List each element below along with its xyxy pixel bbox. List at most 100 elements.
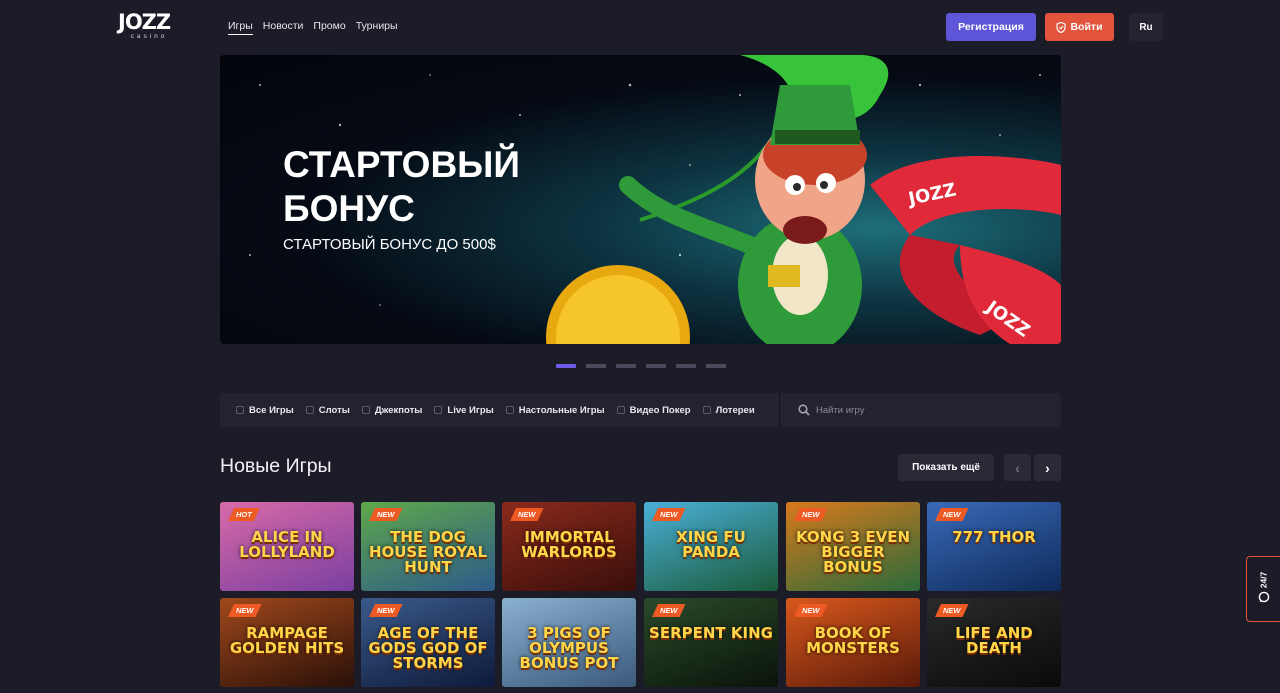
register-button[interactable]: Регистрация — [946, 13, 1036, 41]
category-all-games[interactable]: Все Игры — [236, 405, 294, 416]
game-title: KONG 3 EVEN BIGGER BONUS — [795, 528, 911, 576]
game-title: BOOK OF MONSTERS — [806, 624, 900, 657]
poker-icon — [616, 406, 625, 414]
banner-subtitle: СТАРТОВЫЙ БОНУС ДО 500$ — [283, 236, 496, 253]
game-tile[interactable]: NEW 777 THOR — [927, 502, 1061, 591]
slider-dot[interactable] — [676, 364, 696, 368]
slider-dot[interactable] — [586, 364, 606, 368]
search-input[interactable]: Найти игру — [816, 405, 864, 416]
login-label: Войти — [1070, 21, 1103, 33]
slider-dot[interactable] — [556, 364, 576, 368]
game-title: 3 PIGS OF OLYMPUS BONUS POT — [519, 624, 619, 672]
chat-icon — [1258, 591, 1269, 603]
game-badge: NEW — [935, 508, 969, 521]
slider-dot[interactable] — [706, 364, 726, 368]
game-tile[interactable]: NEW KONG 3 EVEN BIGGER BONUS — [786, 502, 920, 591]
prev-button[interactable]: ‹ — [1004, 454, 1031, 481]
game-title: AGE OF THE GODS GOD OF STORMS — [368, 624, 488, 672]
game-badge: NEW — [369, 604, 403, 617]
language-button[interactable]: Ru — [1129, 13, 1163, 41]
game-badge: NEW — [652, 604, 686, 617]
search-box[interactable]: Найти игру — [798, 393, 864, 427]
category-label: Слоты — [318, 404, 350, 416]
game-tile[interactable]: NEW IMMORTAL WARLORDS — [502, 502, 636, 591]
game-tile[interactable]: 3 PIGS OF OLYMPUS BONUS POT — [502, 598, 636, 687]
show-more-button[interactable]: Показать ещё — [898, 454, 994, 481]
category-table-games[interactable]: Настольные Игры — [505, 404, 605, 416]
logo[interactable]: JOZZ casino — [118, 12, 180, 42]
game-title: IMMORTAL WARLORDS — [521, 528, 617, 561]
next-button[interactable]: › — [1034, 454, 1061, 481]
game-title: SERPENT KING — [649, 624, 773, 642]
divider — [779, 393, 780, 427]
banner-title: СТАРТОВЫЙ БОНУС — [283, 143, 520, 231]
nav-tournaments[interactable]: Турниры — [356, 20, 398, 35]
section-title: Новые Игры — [220, 455, 332, 477]
game-badge: NEW — [510, 508, 544, 521]
lottery-icon — [702, 406, 711, 414]
category-slots[interactable]: Слоты — [305, 404, 350, 416]
slot-icon — [305, 406, 314, 414]
grid-icon — [236, 406, 244, 414]
game-tile[interactable]: NEW BOOK OF MONSTERS — [786, 598, 920, 687]
game-badge: HOT — [228, 508, 260, 521]
banner-title-line-1: СТАРТОВЫЙ — [283, 144, 520, 185]
promo-banner[interactable]: JOZZ JOZZ СТАРТОВЫЙ БОНУС СТАРТОВЫЙ БОНУ… — [220, 55, 1061, 344]
category-lotteries[interactable]: Лотереи — [702, 404, 755, 416]
game-tile[interactable]: HOT ALICE IN LOLLYLAND — [220, 502, 354, 591]
category-label: Live Игры — [447, 404, 494, 416]
login-button[interactable]: Войти — [1045, 13, 1114, 41]
game-tile[interactable]: NEW XING FU PANDA — [644, 502, 778, 591]
game-badge: NEW — [652, 508, 686, 521]
show-more-label: Показать ещё — [912, 462, 980, 473]
banner-title-line-2: БОНУС — [283, 188, 415, 229]
game-title: THE DOG HOUSE ROYAL HUNT — [368, 528, 488, 576]
nav-news[interactable]: Новости — [263, 20, 304, 35]
game-badge: NEW — [369, 508, 403, 521]
game-tile[interactable]: NEW RAMPAGE GOLDEN HITS — [220, 598, 354, 687]
slider-dot[interactable] — [646, 364, 666, 368]
game-tile[interactable]: NEW SERPENT KING — [644, 598, 778, 687]
language-label: Ru — [1139, 21, 1153, 33]
category-label: Настольные Игры — [518, 404, 605, 416]
category-bar: Все Игры Слоты Джекпоты Live Игры Настол… — [220, 393, 1061, 427]
game-badge: NEW — [935, 604, 969, 617]
game-tile[interactable]: NEW THE DOG HOUSE ROYAL HUNT — [361, 502, 495, 591]
category-label: Джекпоты — [374, 404, 423, 416]
support-label: 24/7 — [1258, 571, 1269, 589]
table-icon — [505, 406, 514, 414]
category-label: Лотереи — [715, 404, 755, 416]
slider-dot[interactable] — [616, 364, 636, 368]
game-badge: NEW — [228, 604, 262, 617]
game-title: XING FU PANDA — [676, 528, 746, 561]
search-icon — [798, 404, 810, 416]
header: JOZZ casino Игры Новости Промо Турниры Р… — [0, 0, 1280, 54]
live-icon — [434, 406, 443, 414]
category-live-games[interactable]: Live Игры — [434, 404, 494, 416]
game-tile[interactable]: NEW LIFE AND DEATH — [927, 598, 1061, 687]
jackpot-icon — [361, 406, 370, 414]
game-title: ALICE IN LOLLYLAND — [239, 528, 335, 561]
game-title: RAMPAGE GOLDEN HITS — [229, 624, 345, 657]
game-tile[interactable]: NEW AGE OF THE GODS GOD OF STORMS — [361, 598, 495, 687]
game-title: 777 THOR — [952, 528, 1036, 546]
game-title: LIFE AND DEATH — [955, 624, 1033, 657]
category-label: Видео Покер — [629, 404, 691, 416]
register-label: Регистрация — [958, 21, 1024, 33]
nav-promo[interactable]: Промо — [313, 20, 345, 35]
slider-dots — [556, 364, 726, 368]
logo-subtext: casino — [130, 33, 168, 40]
chevron-left-icon: ‹ — [1015, 459, 1020, 476]
category-list: Все Игры Слоты Джекпоты Live Игры Настол… — [236, 393, 755, 427]
category-video-poker[interactable]: Видео Покер — [616, 404, 691, 416]
category-jackpots[interactable]: Джекпоты — [361, 404, 423, 416]
logo-text: JOZZ — [118, 10, 171, 34]
support-widget[interactable]: 24/7 — [1246, 556, 1280, 622]
category-label: Все Игры — [249, 404, 294, 416]
chevron-right-icon: › — [1045, 459, 1050, 476]
shield-icon — [1056, 21, 1067, 33]
game-badge: NEW — [794, 604, 828, 617]
nav-games[interactable]: Игры — [228, 20, 253, 35]
main-nav: Игры Новости Промо Турниры — [228, 20, 398, 35]
game-badge: NEW — [794, 508, 828, 521]
